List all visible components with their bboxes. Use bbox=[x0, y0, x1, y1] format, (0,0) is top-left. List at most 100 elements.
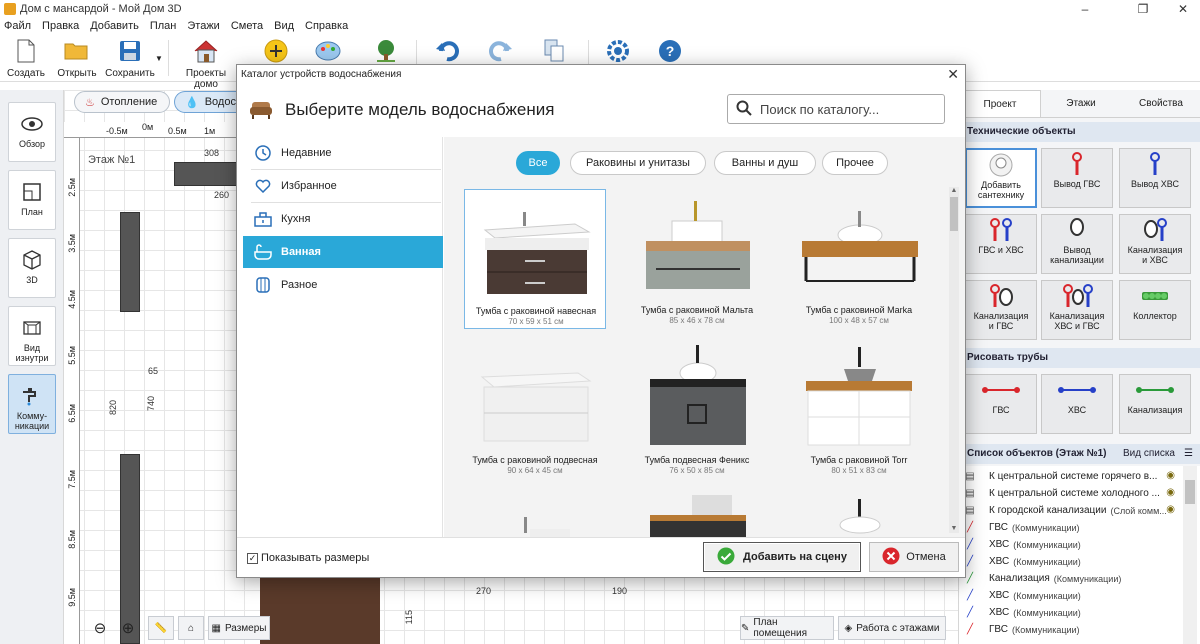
scrollbar-thumb[interactable] bbox=[950, 197, 958, 231]
filter-other[interactable]: Прочее bbox=[822, 151, 888, 175]
vanity-torr-image bbox=[806, 347, 912, 446]
sewer-outlet-tile[interactable]: Вывод канализации bbox=[1041, 214, 1113, 274]
object-list-row[interactable]: ╱ Канализация (Коммуникации) bbox=[965, 570, 1175, 587]
object-list-row[interactable]: ╱ ХВС (Коммуникации) bbox=[965, 587, 1175, 604]
checkbox-box[interactable]: ✓ bbox=[247, 552, 258, 564]
sewer-cold-tile[interactable]: Канализация и ХВС bbox=[1119, 214, 1191, 274]
sewer-cold-hot-tile[interactable]: Канализация ХВС и ГВС bbox=[1041, 280, 1113, 340]
hot-cold-tile[interactable]: ГВС и ХВС bbox=[965, 214, 1037, 274]
open-button[interactable]: Открыть bbox=[54, 38, 100, 79]
cold-water-outlet-tile[interactable]: Вывод ХВС bbox=[1119, 148, 1191, 208]
home-icon[interactable]: ⌂ bbox=[178, 616, 204, 640]
dimension-label: 270 bbox=[476, 586, 492, 596]
faucet-icon bbox=[21, 385, 43, 407]
catalog-scrollbar[interactable]: ▲ ▼ bbox=[949, 187, 959, 533]
ruler-tool-icon[interactable]: 📏 bbox=[148, 616, 174, 640]
object-list-row[interactable]: ▤ К центральной системе холодного ... bbox=[965, 485, 1175, 502]
filter-baths-showers[interactable]: Ванны и душ bbox=[714, 151, 816, 175]
minimize-button[interactable]: – bbox=[1062, 0, 1108, 18]
nav-plan[interactable]: План bbox=[8, 170, 56, 230]
cancel-button[interactable]: Отмена bbox=[869, 542, 959, 572]
catalog-item-partial[interactable] bbox=[626, 489, 768, 537]
objects-scrollbar[interactable] bbox=[1183, 466, 1197, 644]
scrollbar-thumb[interactable] bbox=[1185, 480, 1195, 504]
nav-communications[interactable]: Комму- никации bbox=[8, 374, 56, 434]
nav-overview[interactable]: Обзор bbox=[8, 102, 56, 162]
app-icon bbox=[4, 3, 16, 15]
object-list-row[interactable]: ╱ ГВС (Коммуникации) bbox=[965, 519, 1175, 536]
object-list-row[interactable]: ▤ К городской канализации (Слой комм... bbox=[965, 502, 1175, 519]
save-dropdown-icon[interactable]: ▼ bbox=[154, 54, 164, 63]
zoom-out-icon[interactable]: ⊖ bbox=[88, 616, 112, 640]
object-icon: ▤ bbox=[965, 505, 975, 516]
catalog-item[interactable]: Тумба с раковиной Marka 100 x 48 x 57 см bbox=[788, 189, 930, 329]
sewer-pipe-tile[interactable]: Канализация bbox=[1119, 374, 1191, 434]
pipe-icon: ╱ bbox=[966, 539, 974, 550]
visibility-eye-icon[interactable]: ◉ bbox=[1166, 504, 1175, 515]
collector-tile[interactable]: Коллектор bbox=[1119, 280, 1191, 340]
object-layer: (Коммуникации) bbox=[1011, 522, 1080, 533]
dialog-close-icon[interactable]: ✕ bbox=[947, 66, 959, 83]
cold-pipe-tile[interactable]: ХВС bbox=[1041, 374, 1113, 434]
catalog-item[interactable]: Тумба с раковиной навесная 70 x 59 x 51 … bbox=[464, 189, 606, 329]
sewer-hot-tile[interactable]: Канализация и ГВС bbox=[965, 280, 1037, 340]
filter-sinks-toilets[interactable]: Раковины и унитазы bbox=[570, 151, 706, 175]
category-bathroom[interactable]: Ванная bbox=[243, 236, 443, 268]
object-list-row[interactable]: ▤ К центральной системе горячего в... bbox=[965, 468, 1175, 485]
hot-water-outlet-tile[interactable]: Вывод ГВС bbox=[1041, 148, 1113, 208]
category-favorites[interactable]: Избранное bbox=[243, 170, 443, 202]
right-tabs: Проект Этажи Свойства bbox=[959, 90, 1200, 118]
catalog-item-partial[interactable] bbox=[464, 489, 606, 537]
scroll-down-icon[interactable]: ▼ bbox=[949, 525, 959, 533]
nav-inside-view[interactable]: Вид изнутри bbox=[8, 306, 56, 366]
menu-estimate[interactable]: Смета bbox=[231, 20, 263, 32]
nav-3d[interactable]: 3D bbox=[8, 238, 56, 298]
object-list-row[interactable]: ╱ ХВС (Коммуникации) bbox=[965, 553, 1175, 570]
object-list-row[interactable]: ╱ ХВС (Коммуникации) bbox=[965, 536, 1175, 553]
object-list-row[interactable]: ╱ ХВС (Коммуникации) bbox=[965, 604, 1175, 621]
catalog-item[interactable]: Тумба с раковиной подвесная 90 x 64 x 45… bbox=[464, 339, 606, 479]
dimension-label: 65 bbox=[148, 366, 159, 376]
category-misc[interactable]: Разное bbox=[243, 269, 443, 301]
sizes-button[interactable]: ▦ Размеры bbox=[208, 616, 270, 640]
room-plan-button[interactable]: ✎ План помещения bbox=[740, 616, 834, 640]
close-window-button[interactable]: ✕ bbox=[1160, 0, 1200, 18]
catalog-item-partial[interactable] bbox=[788, 489, 930, 537]
zoom-in-icon[interactable]: ⊕ bbox=[116, 616, 140, 640]
menu-edit[interactable]: Правка bbox=[42, 20, 79, 32]
catalog-item[interactable]: Тумба с раковиной Мальта 85 x 46 x 78 см bbox=[626, 189, 768, 329]
object-list-row[interactable]: ╱ ГВС (Коммуникации) bbox=[965, 621, 1175, 638]
scroll-up-icon[interactable]: ▲ bbox=[949, 187, 959, 195]
add-plumbing-tile[interactable]: Добавить сантехнику bbox=[965, 148, 1037, 208]
catalog-item[interactable]: Тумба с раковиной Torr 80 x 51 x 83 см bbox=[788, 339, 930, 479]
list-view-icon[interactable]: ☰ bbox=[1184, 444, 1193, 464]
menu-view[interactable]: Вид bbox=[274, 20, 294, 32]
category-recent[interactable]: Недавние bbox=[243, 137, 443, 169]
create-button[interactable]: Создать bbox=[6, 38, 46, 79]
visibility-eye-icon[interactable]: ◉ bbox=[1166, 487, 1175, 498]
pencil-icon: ✎ bbox=[741, 622, 750, 634]
menu-add[interactable]: Добавить bbox=[90, 20, 139, 32]
water-mode-button[interactable]: 💧 Водос bbox=[174, 91, 236, 113]
tab-floors[interactable]: Этажи bbox=[1041, 90, 1121, 117]
show-sizes-checkbox[interactable]: ✓ Показывать размеры bbox=[247, 552, 369, 564]
save-button[interactable]: Сохранить bbox=[104, 38, 156, 79]
visibility-eye-icon[interactable]: ◉ bbox=[1166, 470, 1175, 481]
menu-help[interactable]: Справка bbox=[305, 20, 348, 32]
projects-button[interactable]: Проекты домо bbox=[176, 38, 236, 90]
list-view-toggle[interactable]: Вид списка bbox=[1123, 444, 1175, 464]
add-to-scene-button[interactable]: Добавить на сцену bbox=[703, 542, 861, 572]
filter-all[interactable]: Все bbox=[516, 151, 560, 175]
category-kitchen[interactable]: Кухня bbox=[243, 203, 443, 235]
catalog-item[interactable]: Тумба подвесная Феникс 76 x 50 x 85 см bbox=[626, 339, 768, 479]
heating-mode-button[interactable]: ♨ Отопление bbox=[74, 91, 170, 113]
menu-file[interactable]: Файл bbox=[4, 20, 31, 32]
floors-work-button[interactable]: ◈ Работа с этажами bbox=[838, 616, 946, 640]
hot-pipe-tile[interactable]: ГВС bbox=[965, 374, 1037, 434]
menu-plan[interactable]: План bbox=[150, 20, 177, 32]
draw-pipes-header: Рисовать трубы bbox=[959, 348, 1200, 368]
tab-project[interactable]: Проект bbox=[959, 90, 1041, 117]
menu-floors[interactable]: Этажи bbox=[187, 20, 219, 32]
catalog-search-input[interactable]: Поиск по каталогу... bbox=[727, 94, 945, 124]
tab-properties[interactable]: Свойства bbox=[1121, 90, 1200, 117]
